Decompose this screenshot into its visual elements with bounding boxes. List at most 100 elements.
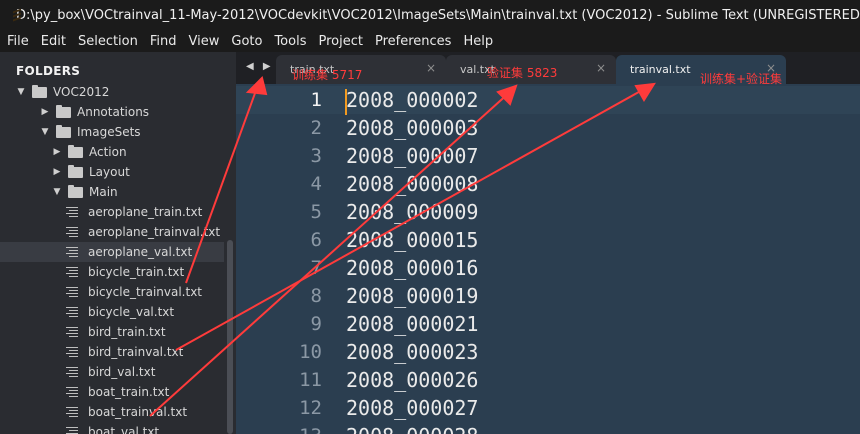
text-file-icon [66,367,78,377]
line-number: 12 [299,397,322,419]
tree-folder-imagesets[interactable]: ▼ ImageSets [0,122,224,142]
tree-folder-label: ImageSets [77,125,141,139]
line-number: 5 [310,201,322,223]
code-line[interactable]: 2008_000009 [346,198,478,226]
menu-file[interactable]: File [2,34,34,49]
text-file-icon [66,347,78,357]
text-file-icon [66,387,78,397]
annotation-train-count: 训练集 5717 [292,68,363,82]
text-file-icon [66,267,78,277]
tree-file-item[interactable]: bicycle_trainval.txt [0,282,224,302]
menu-selection[interactable]: Selection [73,34,143,49]
folder-open-icon [68,184,83,198]
tree-file-label: bicycle_val.txt [88,305,175,319]
tree-folder-label: VOC2012 [53,85,110,99]
code-line[interactable]: 2008_000027 [346,394,478,422]
tree-file-item[interactable]: bird_val.txt [0,362,224,382]
line-number: 1 [236,86,330,114]
code-line[interactable]: 2008_000026 [346,366,478,394]
code-line[interactable]: 2008_000007 [346,142,478,170]
tree-file-item[interactable]: aeroplane_train.txt [0,202,224,222]
line-number: 3 [310,145,322,167]
tree-folder-annotations[interactable]: ▶ Annotations [0,102,224,122]
folder-icon [56,104,71,118]
line-number: 7 [310,257,322,279]
tree-file-label: bird_trainval.txt [88,345,184,359]
tree-folder-label: Main [89,185,118,199]
line-number: 2 [310,117,322,139]
chevron-right-icon[interactable]: ▶ [40,107,50,117]
tree-folder-main[interactable]: ▼ Main [0,182,224,202]
folder-open-icon [32,84,47,98]
tree-file-item[interactable]: aeroplane_val.txt [0,242,224,262]
tree-file-item[interactable]: boat_val.txt [0,422,224,434]
tree-file-label: aeroplane_val.txt [88,245,193,259]
tree-file-label: bicycle_train.txt [88,265,185,279]
tree-file-item[interactable]: bird_trainval.txt [0,342,224,362]
menu-goto[interactable]: Goto [226,34,267,49]
code-line[interactable]: 2008_000003 [346,114,478,142]
tree-file-label: bird_val.txt [88,365,156,379]
annotation-trainval-label: 训练集+验证集 [700,72,783,86]
chevron-right-icon[interactable]: ▶ [52,147,62,157]
tree-file-label: bicycle_trainval.txt [88,285,203,299]
text-file-icon [66,327,78,337]
menu-view[interactable]: View [184,34,225,49]
text-file-icon [66,407,78,417]
tree-file-item[interactable]: boat_trainval.txt [0,402,224,422]
line-number: 11 [299,369,322,391]
editor-text-area[interactable]: 1 2008_000002 2 2008_000003 3 2008_000007 4 200… [236,84,860,434]
chevron-down-icon[interactable]: ▼ [52,187,62,197]
tree-file-label: boat_val.txt [88,425,160,434]
line-number: 10 [299,341,322,363]
annotation-val-count: 验证集 5823 [487,66,558,80]
folder-open-icon [56,124,71,138]
line-number: 13 [236,422,330,434]
line-number: 8 [310,285,322,307]
menu-bar: File Edit Selection Find View Goto Tools… [0,30,860,52]
tree-file-item[interactable]: bird_train.txt [0,322,224,342]
tree-folder-label: Layout [89,165,130,179]
code-line[interactable]: 2008_000002 [346,86,478,114]
sidebar: FOLDERS ▼ VOC2012 ▶ Annotations ▼ ImageS… [0,52,236,434]
tree-file-label: boat_train.txt [88,385,170,399]
close-icon[interactable]: × [426,61,436,75]
code-line[interactable]: 2008_000023 [346,338,478,366]
code-line[interactable]: 2008_000028 [346,422,478,434]
code-line[interactable]: 2008_000019 [346,282,478,310]
tree-folder-action[interactable]: ▶ Action [0,142,224,162]
menu-project[interactable]: Project [313,34,367,49]
menu-preferences[interactable]: Preferences [370,34,456,49]
chevron-down-icon[interactable]: ▼ [40,127,50,137]
tree-file-item[interactable]: aeroplane_trainval.txt [0,222,224,242]
tree-file-item[interactable]: bicycle_val.txt [0,302,224,322]
text-file-icon [66,287,78,297]
line-number: 6 [310,229,322,251]
code-line[interactable]: 2008_000016 [346,254,478,282]
tree-file-item[interactable]: bicycle_train.txt [0,262,224,282]
menu-help[interactable]: Help [458,34,498,49]
tree-file-label: aeroplane_train.txt [88,205,203,219]
chevron-right-icon[interactable]: ▶ [52,167,62,177]
chevron-down-icon[interactable]: ▼ [16,87,26,97]
tree-file-label: boat_trainval.txt [88,405,188,419]
tree-folder-label: Annotations [77,105,150,119]
menu-tools[interactable]: Tools [269,34,311,49]
close-icon[interactable]: × [596,61,606,75]
code-line[interactable]: 2008_000008 [346,170,478,198]
tab-nav-arrows-icon[interactable]: ◀ ▶ [246,61,274,72]
tree-file-label: aeroplane_trainval.txt [88,225,221,239]
text-file-icon [66,227,78,237]
line-number: 9 [310,313,322,335]
tree-folder-voc2012[interactable]: ▼ VOC2012 [0,82,224,102]
tree-file-label: bird_train.txt [88,325,166,339]
tree-folder-label: Action [89,145,127,159]
text-file-icon [66,307,78,317]
tree-file-item[interactable]: boat_train.txt [0,382,224,402]
menu-find[interactable]: Find [145,34,182,49]
menu-edit[interactable]: Edit [36,34,71,49]
code-line[interactable]: 2008_000015 [346,226,478,254]
sidebar-scrollbar-thumb[interactable] [227,240,233,434]
tree-folder-layout[interactable]: ▶ Layout [0,162,224,182]
code-line[interactable]: 2008_000021 [346,310,478,338]
